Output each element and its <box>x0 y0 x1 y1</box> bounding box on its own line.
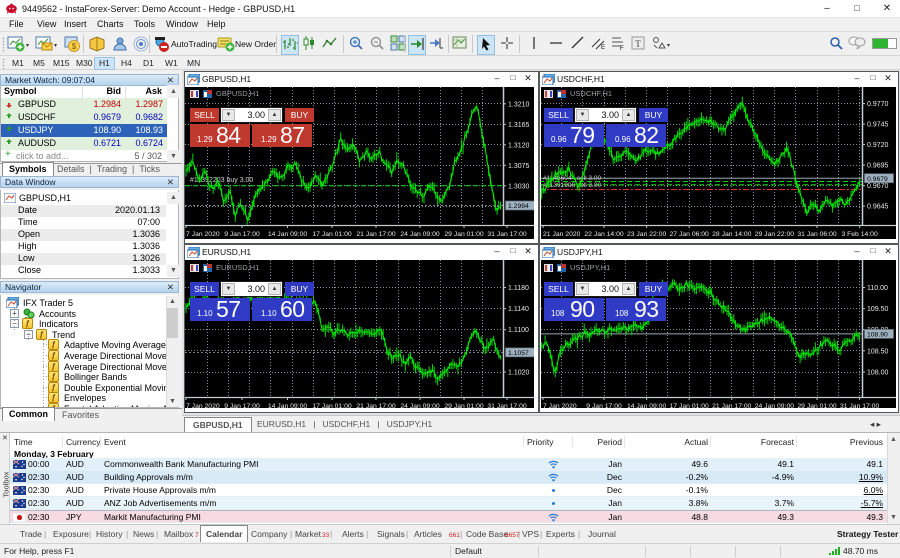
svg-text:22 Jan 14:00: 22 Jan 14:00 <box>584 231 624 238</box>
svg-text:110.00: 110.00 <box>867 285 888 292</box>
svg-text:24 Jan 09:00: 24 Jan 09:00 <box>400 403 440 408</box>
svg-text:109.50: 109.50 <box>867 306 889 313</box>
svg-text:17 Jan 01:00: 17 Jan 01:00 <box>312 403 352 408</box>
svg-text:17 Jan 01:00: 17 Jan 01:00 <box>312 231 352 238</box>
svg-text:0.9745: 0.9745 <box>867 122 889 129</box>
svg-text:3 Feb 14:00: 3 Feb 14:00 <box>841 231 877 238</box>
svg-text:21 Jan 17:00: 21 Jan 17:00 <box>712 403 752 408</box>
svg-text:14 Jan 09:00: 14 Jan 09:00 <box>268 403 308 408</box>
svg-text:29 Jan 01:00: 29 Jan 01:00 <box>444 403 484 408</box>
svg-text:108.90: 108.90 <box>867 332 888 339</box>
svg-text:1.1020: 1.1020 <box>508 370 530 377</box>
svg-text:#11391998 sell 3.00: #11391998 sell 3.00 <box>543 182 601 189</box>
svg-text:24 Jan 09:00: 24 Jan 09:00 <box>755 403 795 408</box>
svg-text:0.9770: 0.9770 <box>867 101 889 108</box>
svg-text:0.9670: 0.9670 <box>867 183 889 190</box>
svg-text:21 Jan 17:00: 21 Jan 17:00 <box>356 231 396 238</box>
svg-text:31 Jan 17:00: 31 Jan 17:00 <box>487 403 527 408</box>
svg-text:1.3075: 1.3075 <box>508 163 530 170</box>
svg-text:7 Jan 2020: 7 Jan 2020 <box>186 231 220 238</box>
svg-text:F: F <box>620 46 624 51</box>
svg-text:23 Jan 22:00: 23 Jan 22:00 <box>627 231 667 238</box>
svg-text:14 Jan 09:00: 14 Jan 09:00 <box>268 231 308 238</box>
svg-text:31 Jan 17:00: 31 Jan 17:00 <box>840 403 880 408</box>
svg-text:29 Jan 01:00: 29 Jan 01:00 <box>444 231 484 238</box>
svg-text:9 Jan 17:00: 9 Jan 17:00 <box>224 403 260 408</box>
svg-text:21 Jan 2020: 21 Jan 2020 <box>543 231 581 238</box>
svg-text:7 Jan 2020: 7 Jan 2020 <box>543 403 577 408</box>
svg-text:1.1100: 1.1100 <box>508 327 529 334</box>
svg-text:9 Jan 17:00: 9 Jan 17:00 <box>586 403 622 408</box>
svg-text:9 Jan 17:00: 9 Jan 17:00 <box>224 231 260 238</box>
svg-text:1.1180: 1.1180 <box>508 285 529 292</box>
svg-text:7 Jan 2020: 7 Jan 2020 <box>186 403 220 408</box>
svg-text:1.3030: 1.3030 <box>508 183 530 190</box>
svg-text:21 Jan 17:00: 21 Jan 17:00 <box>356 403 396 408</box>
svg-text:0.9695: 0.9695 <box>867 163 889 170</box>
svg-text:1.1057: 1.1057 <box>508 350 529 357</box>
svg-text:31 Jan 17:00: 31 Jan 17:00 <box>487 231 527 238</box>
svg-text:1.3210: 1.3210 <box>508 101 530 108</box>
svg-text:0.9720: 0.9720 <box>867 142 889 149</box>
svg-text:27 Jan 06:00: 27 Jan 06:00 <box>670 231 710 238</box>
svg-text:31 Jan 06:00: 31 Jan 06:00 <box>797 231 837 238</box>
svg-text:1.1140: 1.1140 <box>508 306 529 313</box>
svg-text:29 Jan 22:00: 29 Jan 22:00 <box>755 231 795 238</box>
svg-text:1.3165: 1.3165 <box>508 122 530 129</box>
svg-text:24 Jan 09:00: 24 Jan 09:00 <box>400 231 440 238</box>
svg-text:17 Jan 01:00: 17 Jan 01:00 <box>670 403 710 408</box>
svg-text:108.00: 108.00 <box>867 370 889 377</box>
svg-text:0.9645: 0.9645 <box>867 204 889 211</box>
svg-text:108.50: 108.50 <box>867 348 889 355</box>
svg-text:14 Jan 09:00: 14 Jan 09:00 <box>627 403 667 408</box>
svg-text:0.9679: 0.9679 <box>867 176 888 183</box>
svg-text:T: T <box>635 39 641 49</box>
svg-text:E: E <box>601 45 605 51</box>
svg-text:28 Jan 14:00: 28 Jan 14:00 <box>712 231 752 238</box>
svg-text:$: $ <box>72 42 77 51</box>
svg-text:29 Jan 01:00: 29 Jan 01:00 <box>797 403 837 408</box>
svg-text:1.3120: 1.3120 <box>508 142 530 149</box>
svg-text:1.2984: 1.2984 <box>508 203 529 210</box>
